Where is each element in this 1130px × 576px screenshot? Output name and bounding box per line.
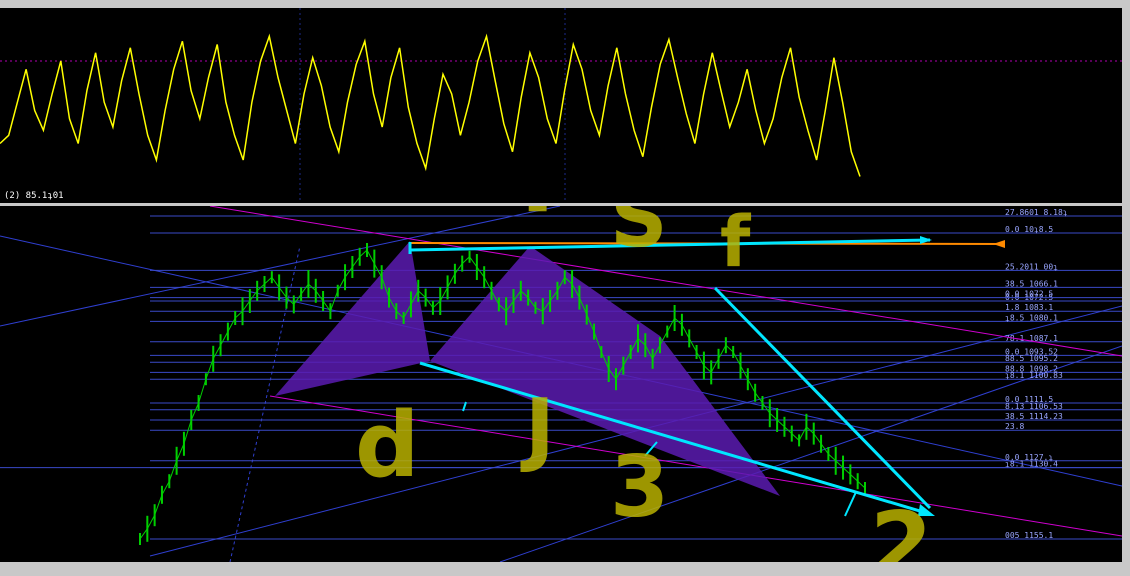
orange-arrow xyxy=(993,240,1005,248)
price-pane: 27.8601 8.18ʇ 0.0 10ʇ8.5 25.2011 00ʇ 38.5 1… xyxy=(0,206,1122,562)
triangle-bcd xyxy=(430,246,780,496)
level-label-2: 25.2011 00ʇ xyxy=(1005,262,1058,271)
level-label-19: 005 1155.1 xyxy=(1005,531,1053,540)
level-label-0: 27.8601 8.18ʇ xyxy=(1005,208,1068,217)
chart-window: (2) 85.1ʇ01 27.8601 8.18ʇ 0.0 10ʇ8.5 25.20… xyxy=(0,0,1130,576)
cyan-top-line xyxy=(409,238,931,252)
level-label-15: 38.5 1114.23 xyxy=(1005,412,1063,421)
window-right-border xyxy=(1122,0,1130,576)
annotation-letter-f: f xyxy=(720,206,752,283)
cyan-arrow-2 xyxy=(844,491,857,517)
oscillator-line xyxy=(0,33,861,177)
window-bottom-border xyxy=(0,562,1130,576)
oscillator-label: (2) 85.1ʇ01 xyxy=(4,191,64,201)
annotation-letter-d: d xyxy=(355,393,419,498)
annotation-letter-3: 3 xyxy=(610,438,669,537)
annotation-letter-s: S xyxy=(610,206,668,265)
level-label-16: 23.8 xyxy=(1005,422,1024,431)
annotation-letter-2: 2 xyxy=(870,493,933,562)
oscillator-pane: (2) 85.1ʇ01 xyxy=(0,8,1122,203)
level-label-14: 8.13 1106.53 xyxy=(1005,402,1063,411)
trendline-blue-4 xyxy=(229,245,301,562)
annotation-letter-j: J xyxy=(520,382,555,475)
level-label-5: 1.8 1083.1 xyxy=(1005,303,1053,312)
annotation-letter-p: P xyxy=(520,206,590,234)
level-label-12: ʇ8.1 1100.83 xyxy=(1005,371,1063,380)
level-label-10: 88.5 1095.2 xyxy=(1005,354,1058,363)
window-top-border xyxy=(0,0,1130,8)
level-label-1: 0.0 10ʇ8.5 xyxy=(1005,225,1053,234)
level-label-7: ʇ8.5 1080.1 xyxy=(1005,313,1058,322)
cyan-top-arrow xyxy=(920,236,932,244)
level-label-6: 0.0 1072.5 xyxy=(1005,290,1053,299)
level-label-3: 38.5 1066.1 xyxy=(1005,279,1058,288)
